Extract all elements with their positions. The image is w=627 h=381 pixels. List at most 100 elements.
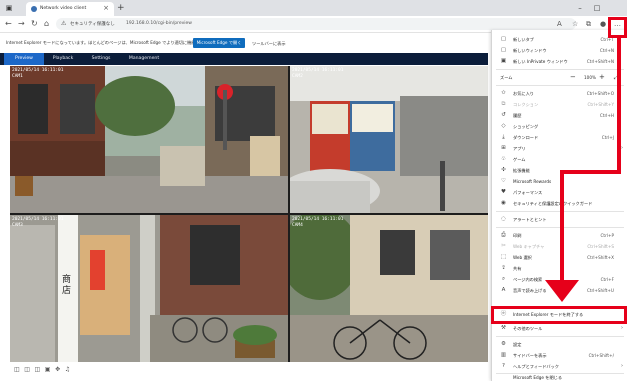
menu-settings[interactable]: ⚙ 設定: [492, 339, 627, 350]
menu-downloads[interactable]: ⤓ ダウンロード Ctrl+J: [492, 132, 627, 143]
menu-shortcut: Ctrl+Shift+Y: [587, 102, 614, 107]
camera-view-2[interactable]: 2021/05/14 16:11:01 CAM2: [290, 66, 488, 213]
menu-help[interactable]: ? ヘルプとフィードバック ›: [492, 361, 627, 372]
tab-title: Network video client: [40, 6, 87, 11]
apps-icon: ⊞: [501, 145, 506, 151]
camera-timestamp: 2021/05/14 16:11:01: [292, 217, 344, 222]
menu-shortcut: Ctrl+J: [601, 135, 614, 140]
menu-label: 共有: [513, 266, 522, 271]
menu-label: コレクション: [513, 102, 539, 107]
camera-image-1: [10, 66, 288, 213]
camera-image-3: [10, 215, 288, 362]
menu-label: ページ内の検索: [513, 277, 543, 282]
menu-close-edge[interactable]: Microsoft Edge を閉じる: [492, 374, 627, 381]
url-text[interactable]: 192.168.0.10/cgi-bin/preview: [126, 21, 192, 26]
camera-view-1[interactable]: 2021/05/14 16:11:01 CAM1: [10, 66, 288, 213]
forward-icon[interactable]: →: [18, 19, 25, 29]
zoom-value: 100%: [584, 75, 596, 80]
menu-inprivate[interactable]: ▣ 新しい InPrivate ウィンドウ Ctrl+Shift+N: [492, 56, 627, 67]
menu-history[interactable]: ↺ 履歴 Ctrl+H: [492, 110, 627, 121]
camera-view-3[interactable]: 商店 2021/05/14 16:11:01 CAM3: [10, 215, 288, 362]
menu-label: 新しいタブ: [513, 37, 534, 42]
zoom-in-icon[interactable]: +: [599, 73, 605, 81]
maximize-icon[interactable]: □: [592, 3, 602, 13]
back-icon[interactable]: ←: [5, 19, 12, 29]
menu-games[interactable]: ♧ ゲーム: [492, 154, 627, 165]
browser-tab[interactable]: Network video client ×: [26, 2, 114, 16]
camera-osd-4: 2021/05/14 16:11:01 CAM4: [292, 217, 343, 228]
menu-label: アラートとヒント: [513, 217, 547, 222]
camera-view-4[interactable]: 2021/05/14 16:11:01 CAM4: [290, 215, 488, 362]
favicon-icon: [31, 6, 37, 12]
menu-shortcut: Ctrl+N: [599, 48, 614, 53]
camera-label: CAM1: [12, 73, 23, 79]
menu-collections[interactable]: ⧉ コレクション Ctrl+Shift+Y: [492, 99, 627, 110]
performance-icon: ♥: [501, 189, 506, 195]
menu-sidebar[interactable]: ▥ サイドバーを表示 Ctrl+Shift+/: [492, 350, 627, 361]
sidebar-icon: ▥: [500, 352, 507, 358]
chevron-right-icon: ›: [621, 363, 623, 369]
camera-osd-1: 2021/05/14 16:11:01 CAM1: [12, 68, 63, 79]
favorites-icon: ✩: [501, 90, 506, 96]
menu-label: ダウンロード: [513, 135, 539, 140]
address-input[interactable]: ⚠ セキュリティ保護なし 192.168.0.10/cgi-bin/previe…: [56, 18, 576, 30]
menu-label: ヘルプとフィードバック: [513, 364, 559, 369]
zoom-out-icon[interactable]: −: [570, 73, 576, 81]
audio-icon[interactable]: ♫: [65, 366, 70, 373]
menu-label: ズーム: [500, 75, 513, 80]
print-icon: ⎙: [501, 232, 506, 238]
snapshot-icon[interactable]: ▣: [45, 366, 51, 373]
menu-favorites[interactable]: ✩ お気に入り Ctrl+Shift+O: [492, 88, 627, 99]
ptz-icon[interactable]: ✥: [55, 366, 60, 373]
menu-shortcut: Ctrl+Shift+S: [587, 244, 614, 249]
web-capture-icon: ✂: [501, 243, 506, 249]
open-in-edge-button[interactable]: Microsoft Edge で開く: [193, 38, 245, 48]
menu-apps[interactable]: ⊞ アプリ ›: [492, 143, 627, 154]
read-aloud-icon[interactable]: A: [557, 19, 562, 29]
collections-icon: ⧉: [501, 101, 506, 107]
show-in-toolbar-button[interactable]: ツールバーに表示: [252, 41, 286, 47]
security-label: セキュリティ保護なし: [70, 22, 115, 27]
window-icon[interactable]: ▣: [4, 3, 14, 13]
profile-icon[interactable]: ●: [600, 19, 606, 29]
shield-icon: ◉: [501, 200, 506, 206]
games-icon: ♧: [501, 156, 506, 162]
layout-9-icon[interactable]: ◫: [35, 366, 41, 373]
camera-timestamp: 2021/05/14 16:11:01: [12, 217, 64, 222]
menu-label: セキュリティと保護設定のクイックガード: [513, 201, 593, 206]
chevron-right-icon: ›: [621, 325, 623, 331]
layout-1-icon[interactable]: ◫: [14, 366, 20, 373]
new-tab-icon[interactable]: +: [117, 3, 125, 13]
menu-new-window[interactable]: ▢ 新しいウィンドウ Ctrl+N: [492, 45, 627, 56]
warning-icon[interactable]: ⚠: [61, 20, 66, 27]
nav-preview[interactable]: Preview: [4, 53, 44, 65]
annotation-line-down: [560, 170, 564, 280]
camera-grid: 2021/05/14 16:11:01 CAM1 2021/05/14 16:1…: [10, 66, 488, 362]
menu-divider: [496, 85, 624, 86]
layout-4-icon[interactable]: ◫: [24, 366, 30, 373]
tab-close-icon[interactable]: ×: [103, 4, 109, 12]
annotation-line-horizontal: [560, 170, 621, 174]
extensions-icon: ✣: [501, 167, 506, 173]
camera-timestamp: 2021/05/14 16:11:01: [12, 68, 64, 73]
download-icon: ⤓: [502, 134, 505, 140]
menu-label: その他のツール: [513, 326, 543, 331]
more-button-highlight: [608, 17, 627, 38]
refresh-icon[interactable]: ↻: [31, 19, 38, 29]
menu-shopping[interactable]: ◇ ショッピング: [492, 121, 627, 132]
favorite-icon[interactable]: ☆: [572, 19, 578, 29]
nav-settings[interactable]: Settings: [82, 53, 120, 65]
minimize-icon[interactable]: –: [575, 3, 585, 13]
nav-management[interactable]: Management: [120, 53, 168, 65]
more-tools-icon: ⚒: [501, 325, 506, 331]
menu-new-tab[interactable]: ▢ 新しいタブ Ctrl+T: [492, 34, 627, 45]
menu-label: 拡張機能: [513, 168, 530, 173]
new-tab-icon: ▢: [500, 36, 507, 42]
menu-label: 履歴: [513, 113, 522, 118]
menu-more-tools[interactable]: ⚒ その他のツール ›: [492, 323, 627, 334]
nav-playback[interactable]: Playback: [44, 53, 82, 65]
home-icon[interactable]: ⌂: [44, 19, 49, 29]
collections-icon[interactable]: ⧉: [586, 19, 591, 29]
camera-image-2: [290, 66, 488, 213]
menu-label: 設定: [513, 342, 522, 347]
